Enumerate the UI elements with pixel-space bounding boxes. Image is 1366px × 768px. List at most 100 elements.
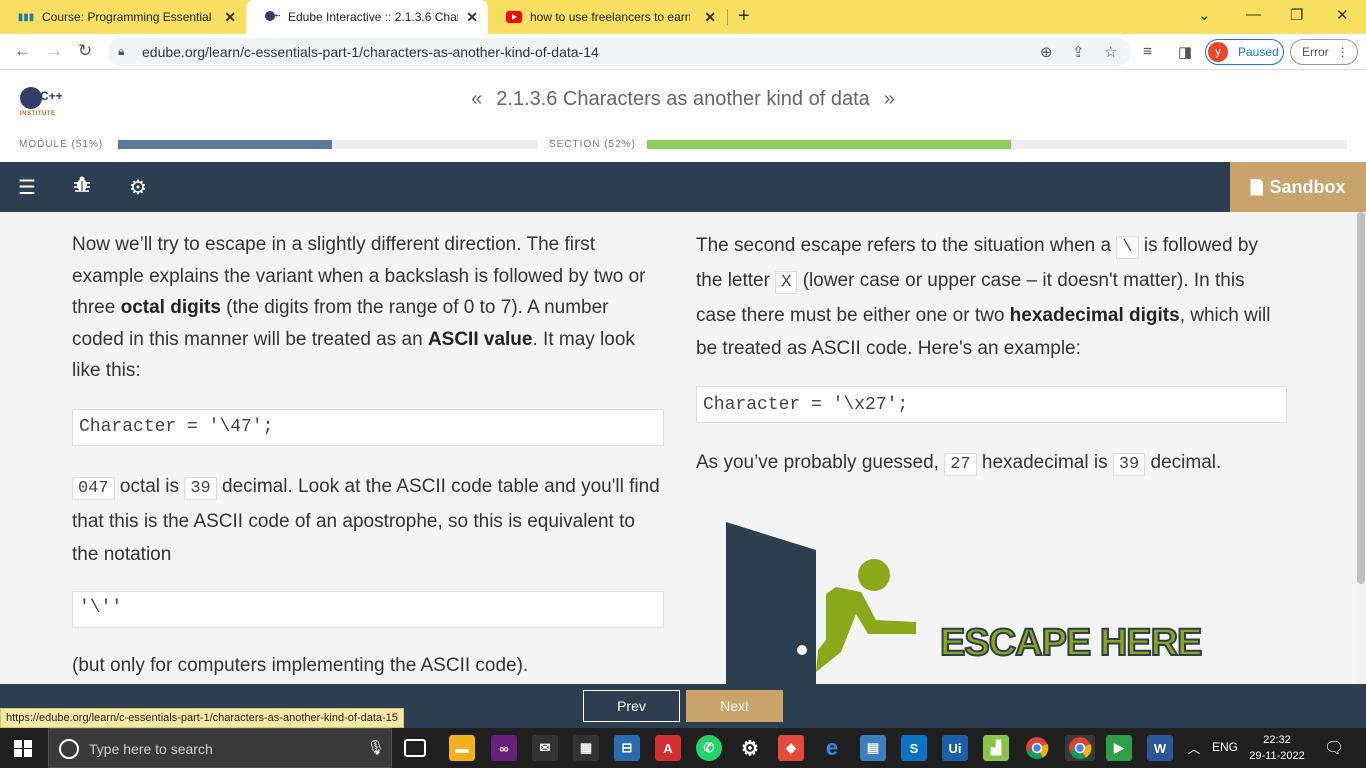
bug-icon[interactable] [73,175,91,199]
control-panel-icon[interactable]: ▤ [860,735,886,761]
profile-paused-button[interactable]: y Paused [1205,39,1284,65]
left-column: Now we’ll try to escape in a slightly di… [72,229,664,681]
lesson-content: Now we’ll try to escape in a slightly di… [0,212,1356,684]
prev-chapter-arrow[interactable]: « [471,88,482,110]
back-icon[interactable]: ← [14,41,31,61]
language-indicator[interactable]: ENG [1212,740,1238,754]
browser-toolbar: ← → ↻ 🔒︎ edube.org/learn/c-essentials-pa… [0,34,1366,70]
clock-date: 29-11-2022 [1249,750,1305,762]
reading-list-icon[interactable]: ≡ [1143,43,1152,60]
module-progress-bar [118,140,538,149]
link-status-url: https://edube.org/learn/c-essentials-par… [0,708,404,728]
paragraph: 047 octal is 39 decimal. Look at the ASC… [72,470,664,571]
bookmark-star-icon[interactable]: ☆ [1104,43,1117,61]
search-placeholder: Type here to search [89,741,213,757]
notifications-icon[interactable]: 🗨︎ [1324,738,1344,758]
whatsapp-icon[interactable]: ✆ [696,735,722,761]
pdf-icon[interactable]: A [655,735,681,761]
windows-taskbar: Type here to search 🎙︎ ▬ ∞ ✉ ▦ ⊟ A ✆ ⚙ ◆… [0,728,1366,768]
zoom-icon[interactable]: ⊕ [1040,43,1053,61]
inline-code: 39 [184,476,217,500]
section-progress-label: SECTION (52%) [549,139,636,150]
chart-app-icon[interactable]: ▟ [983,735,1009,761]
tray-chevron-icon[interactable]: ︿ [1188,740,1200,757]
bold-text: hexadecimal digits [1009,305,1180,326]
section-progress-fill [647,140,1011,149]
windows-start-icon[interactable] [14,740,32,757]
share-icon[interactable]: ⇪ [1072,43,1085,61]
mail-icon[interactable]: ✉ [532,735,558,761]
microphone-icon[interactable]: 🎙︎ [367,739,385,756]
chrome-icon[interactable] [1024,735,1050,761]
error-button[interactable]: Error ⋮ [1290,39,1358,65]
code-block: Character = '\x27'; [696,386,1287,423]
close-tab-icon[interactable]: ✕ [466,9,478,26]
bold-text: octal digits [120,297,221,318]
close-window-icon[interactable]: ✕ [1336,6,1349,24]
inline-code: 047 [72,476,115,500]
visual-studio-icon[interactable]: ∞ [491,735,517,761]
chrome-active-icon[interactable] [1065,735,1095,761]
inline-code: 27 [944,453,977,476]
file-icon [1250,178,1264,196]
gear-icon[interactable]: ⚙ [129,175,147,200]
paragraph: (but only for computers implementing the… [72,654,529,676]
code-block: '\'' [72,590,664,628]
module-progress-fill [118,140,333,149]
text: The second escape refers to the situatio… [696,235,1117,256]
side-panel-icon[interactable]: ◨ [1178,43,1192,61]
sync-icon[interactable]: S [901,735,927,761]
bold-text: ASCII value [427,328,533,350]
door-knob [797,645,807,655]
forward-icon[interactable]: → [46,41,63,61]
inline-code: \ [1116,236,1139,259]
new-tab-button[interactable]: + [738,5,750,28]
tab-title: how to use freelancers to earn m [530,10,690,24]
tab-separator [727,9,728,25]
store-icon[interactable]: ▦ [573,735,599,761]
inline-code: 39 [1112,453,1146,476]
clock-time: 22:32 [1263,734,1291,746]
cortana-icon [59,739,79,759]
app-icon[interactable]: ⊟ [614,735,640,761]
settings-icon[interactable]: ⚙ [737,735,763,761]
code-block: Character = '\47'; [72,408,664,446]
sandbox-label: Sandbox [1269,176,1346,197]
media-player-icon[interactable]: ▶ [1106,735,1132,761]
sandbox-button[interactable]: Sandbox [1230,162,1366,212]
anydesk-icon[interactable]: ◆ [778,735,804,761]
prev-button[interactable]: Prev [583,690,680,722]
minimize-icon[interactable]: — [1246,6,1261,23]
runner-head [858,559,890,591]
text: hexadecimal is [976,452,1113,473]
address-bar[interactable]: 🔒︎ edube.org/learn/c-essentials-part-1/c… [108,38,1131,66]
edge-icon[interactable]: e [819,735,845,761]
close-tab-icon[interactable]: ✕ [224,9,236,26]
logo-subtext: INSTITUTE [20,111,56,117]
cpp-institute-icon: ++ [264,9,280,25]
section-progress-bar [647,140,1347,149]
uipath-icon[interactable]: Ui [942,735,968,761]
menu-icon[interactable]: ☰ [18,175,36,200]
escape-illustration: ESCAPE HERE [726,522,1246,684]
tab-youtube[interactable]: how to use freelancers to earn m ✕ [488,0,726,34]
scrollbar-thumb[interactable] [1357,212,1365,584]
tab-course[interactable]: ▮▮▮ Course: Programming Essentials ✕ [0,0,246,34]
task-view-icon[interactable] [404,739,426,757]
file-explorer-icon[interactable]: ▬ [449,735,475,761]
restore-icon[interactable]: ❐ [1290,6,1303,24]
right-column: The second escape refers to the situatio… [696,229,1287,481]
taskbar-clock[interactable]: 22:32 29-11-2022 [1247,732,1307,764]
cisco-icon: ▮▮▮ [17,11,35,23]
svg-text:++: ++ [274,13,280,20]
close-tab-icon[interactable]: ✕ [704,9,716,26]
next-button[interactable]: Next [686,690,783,722]
youtube-icon [506,9,522,25]
next-chapter-arrow[interactable]: » [884,88,895,110]
word-icon[interactable]: W [1147,735,1173,761]
tab-edube[interactable]: ++ Edube Interactive :: 2.1.3.6 Charac ✕ [246,0,488,34]
paragraph: As you’ve probably guessed, 27 hexadecim… [696,447,1287,481]
reload-icon[interactable]: ↻ [78,41,92,61]
taskbar-search[interactable]: Type here to search 🎙︎ [48,728,392,768]
tab-search-icon[interactable]: ⌄ [1198,6,1211,24]
